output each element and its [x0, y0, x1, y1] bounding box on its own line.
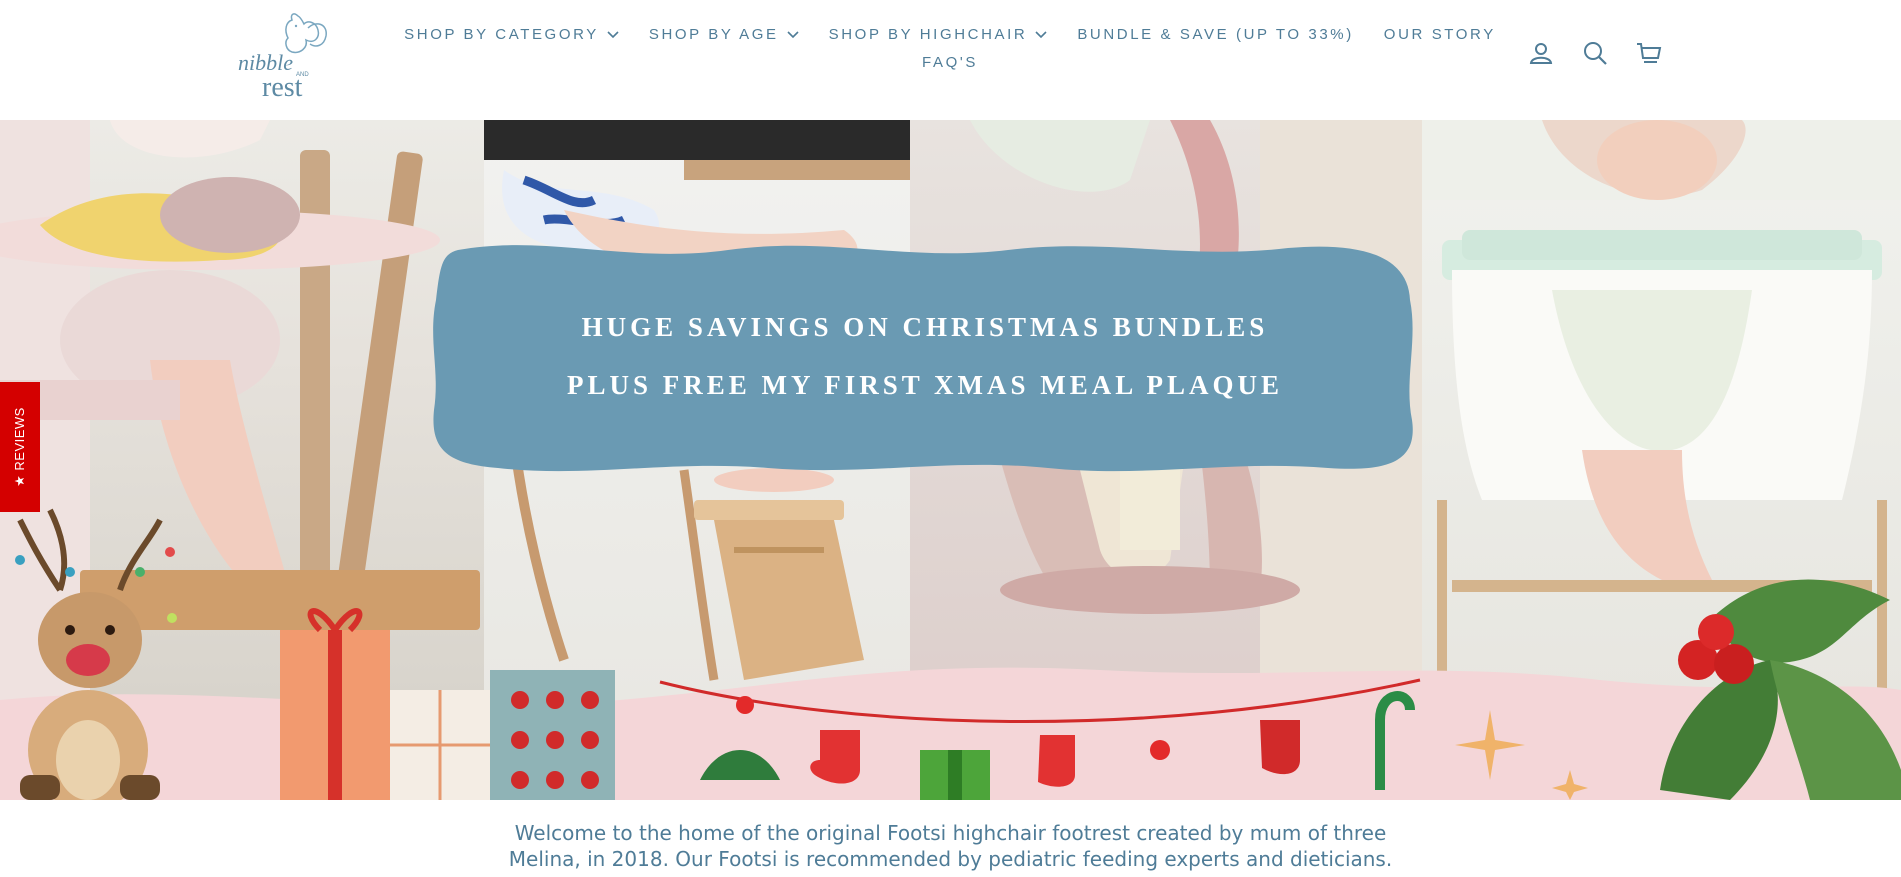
welcome-line-1: Welcome to the home of the original Foot… [514, 821, 1387, 845]
reviews-tab[interactable]: ★ REVIEWS [0, 382, 40, 512]
holly-illustration [1660, 579, 1901, 800]
squirrel-logo-icon: nibble AND rest [238, 13, 327, 103]
logo-text-rest: rest [262, 72, 303, 103]
nav-bundle-and-save[interactable]: BUNDLE & SAVE (UP TO 33%) [1077, 26, 1353, 43]
search-icon[interactable] [1582, 40, 1608, 66]
nav-shop-by-highchair[interactable]: SHOP BY HIGHCHAIR [829, 26, 1048, 43]
banner-headline-1: HUGE SAVINGS ON CHRISTMAS BUNDLES [581, 312, 1269, 342]
banner-headline-2: PLUS FREE MY FIRST XMAS MEAL PLAQUE [566, 370, 1284, 400]
site-header: nibble AND rest SHOP BY CATEGORY SHOP BY… [0, 0, 1901, 120]
nav-our-story[interactable]: OUR STORY [1384, 26, 1496, 43]
nav-faqs[interactable]: FAQ'S [922, 54, 978, 71]
promo-banner[interactable]: HUGE SAVINGS ON CHRISTMAS BUNDLES PLUS F… [428, 240, 1422, 478]
nav-shop-by-age[interactable]: SHOP BY AGE [649, 26, 799, 43]
chevron-down-icon [607, 30, 619, 38]
main-navigation: SHOP BY CATEGORY SHOP BY AGE SHOP BY HIG… [400, 26, 1500, 71]
header-actions [1528, 40, 1662, 66]
brand-logo[interactable]: nibble AND rest [236, 8, 344, 104]
cart-icon[interactable] [1636, 40, 1662, 66]
chevron-down-icon [787, 30, 799, 38]
reindeer-and-gifts-illustration [15, 508, 615, 800]
chevron-down-icon [1035, 30, 1047, 38]
account-icon[interactable] [1528, 40, 1554, 66]
hero-banner[interactable]: HUGE SAVINGS ON CHRISTMAS BUNDLES PLUS F… [0, 120, 1901, 800]
welcome-text: Welcome to the home of the original Foot… [0, 820, 1901, 872]
nav-shop-by-category[interactable]: SHOP BY CATEGORY [404, 26, 619, 43]
welcome-line-2: Melina, in 2018. Our Footsi is recommend… [508, 847, 1393, 871]
